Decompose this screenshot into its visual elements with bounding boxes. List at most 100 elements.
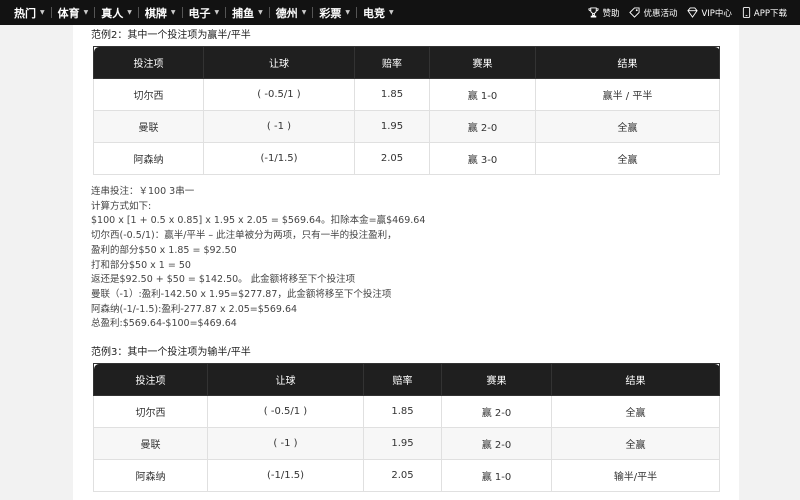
calc-line: 打和部分$50 x 1 = 50 <box>91 259 191 271</box>
caret-down-icon: ▼ <box>258 9 263 16</box>
table-cell: 赢半 / 平半 <box>535 78 720 111</box>
nav-item-slots[interactable]: 电子 ▼ <box>183 0 226 25</box>
table-row: 切尔西 ( -0.5/1 ) 1.85 赢 2-0 全赢 <box>93 395 720 428</box>
nav-links: 赞助 优惠活动 VIP中心 APP下载 <box>583 0 792 25</box>
table-row: 阿森纳 (-1/1.5) 2.05 赢 1-0 输半/平半 <box>93 459 720 492</box>
table-cell: 赢 3-0 <box>429 142 536 175</box>
phone-icon <box>742 7 751 18</box>
table-cell: 赢 2-0 <box>441 395 552 428</box>
table-cell: ( -1 ) <box>203 110 355 143</box>
table-cell: 赢 1-0 <box>441 459 552 492</box>
table-cell: (-1/1.5) <box>203 142 355 175</box>
table-cell: 1.85 <box>363 395 442 428</box>
table-cell: 切尔西 <box>93 395 208 428</box>
promotions-label: 优惠活动 <box>643 8 678 19</box>
vip-center-label: VIP中心 <box>701 8 732 19</box>
table-cell: 赢 2-0 <box>441 427 552 460</box>
example2-title: 范例2：其中一个投注项为赢半/平半 <box>91 30 251 41</box>
column-header: 让球 <box>203 46 355 79</box>
example3-title: 范例3：其中一个投注项为输半/平半 <box>91 347 251 358</box>
table-cell: 切尔西 <box>93 78 204 111</box>
table-cell: 曼联 <box>93 427 208 460</box>
table-cell: 全赢 <box>551 427 720 460</box>
main-content: 范例2：其中一个投注项为赢半/平半 投注项 让球 赔率 赛果 结果 切尔西 ( … <box>73 25 739 500</box>
table-cell: 2.05 <box>363 459 442 492</box>
calculation-text: 连串投注：￥100 3串一 计算方式如下: $100 x [1 + 0.5 x … <box>91 185 425 332</box>
column-header: 投注项 <box>93 363 208 396</box>
column-header: 投注项 <box>93 46 204 79</box>
nav-item-live-casino[interactable]: 真人 ▼ <box>95 0 138 25</box>
nav-item-label: 体育 <box>57 6 80 20</box>
caret-down-icon: ▼ <box>345 9 350 16</box>
example2-table: 投注项 让球 赔率 赛果 结果 切尔西 ( -0.5/1 ) 1.85 赢 1-… <box>93 46 720 175</box>
nav-item-label: 真人 <box>101 6 124 20</box>
calc-line: 曼联（-1）:盈利-142.50 x 1.95=$277.87，此金额将移至下个… <box>91 288 392 300</box>
table-cell: ( -1 ) <box>207 427 364 460</box>
column-header: 结果 <box>551 363 720 396</box>
table-row: 切尔西 ( -0.5/1 ) 1.85 赢 1-0 赢半 / 平半 <box>93 78 720 111</box>
calc-line: 返还是$92.50 + $50 = $142.50。 此金额将移至下个投注项 <box>91 274 356 286</box>
nav-item-fishing[interactable]: 捕鱼 ▼ <box>226 0 269 25</box>
table-cell: (-1/1.5) <box>207 459 364 492</box>
app-download-label: APP下载 <box>753 8 787 19</box>
column-header: 赛果 <box>441 363 552 396</box>
nav-item-label: 捕鱼 <box>232 6 255 20</box>
nav-item-label: 德州 <box>275 6 298 20</box>
caret-down-icon: ▼ <box>40 9 45 16</box>
table-row: 曼联 ( -1 ) 1.95 赢 2-0 全赢 <box>93 427 720 460</box>
promotions-link[interactable]: 优惠活动 <box>624 7 682 19</box>
calc-line: 阿森纳(-1/-1.5):盈利-277.87 x 2.05=$569.64 <box>91 303 298 315</box>
caret-down-icon: ▼ <box>214 9 220 16</box>
nav-item-label: 彩票 <box>319 6 342 20</box>
nav-item-hot[interactable]: 热门 ▼ <box>8 0 51 25</box>
calc-line: 盈利的部分$50 x 1.85 = $92.50 <box>91 244 237 256</box>
nav-item-cards[interactable]: 棋牌 ▼ <box>139 0 182 25</box>
calc-line: 总盈利:$569.64-$100=$469.64 <box>91 318 237 330</box>
column-header: 赔率 <box>354 46 430 79</box>
trophy-icon <box>588 7 599 18</box>
nav-item-label: 电竞 <box>363 6 385 20</box>
nav-menu: 热门 ▼ 体育 ▼ 真人 ▼ 棋牌 ▼ 电子 ▼ 捕鱼 ▼ 德州 ▼ 彩票 ▼ 电竞 ▼ <box>8 0 400 25</box>
caret-down-icon: ▼ <box>389 9 394 16</box>
table-cell: 输半/平半 <box>551 459 720 492</box>
nav-item-sports[interactable]: 体育 ▼ <box>52 0 95 25</box>
table-cell: ( -0.5/1 ) <box>203 78 355 111</box>
example3-table: 投注项 让球 赔率 赛果 结果 切尔西 ( -0.5/1 ) 1.85 赢 2-… <box>93 363 720 492</box>
diamond-icon <box>687 7 699 18</box>
nav-item-lottery[interactable]: 彩票 ▼ <box>313 0 356 25</box>
column-header: 赔率 <box>363 363 442 396</box>
column-header: 结果 <box>535 46 720 79</box>
nav-item-esports[interactable]: 电竞 ▼ <box>357 0 400 25</box>
table-cell: 全赢 <box>535 110 720 143</box>
table-cell: 全赢 <box>535 142 720 175</box>
app-download-link[interactable]: APP下载 <box>737 7 792 19</box>
table-header-row: 投注项 让球 赔率 赛果 结果 <box>93 46 720 79</box>
calc-line: 计算方式如下: <box>91 200 152 212</box>
nav-item-label: 热门 <box>14 6 36 20</box>
calc-line: 切尔西(-0.5/1)：赢半/平半 – 此注单被分为两项，只有一半的投注盈利， <box>91 230 397 242</box>
sponsor-label: 赞助 <box>602 8 620 19</box>
table-cell: 全赢 <box>551 395 720 428</box>
calc-line: $100 x [1 + 0.5 x 0.85] x 1.95 x 2.05 = … <box>91 215 426 227</box>
table-row: 曼联 ( -1 ) 1.95 赢 2-0 全赢 <box>93 110 720 143</box>
table-cell: 2.05 <box>354 142 430 175</box>
table-cell: 赢 1-0 <box>429 78 536 111</box>
top-navigation-bar: 热门 ▼ 体育 ▼ 真人 ▼ 棋牌 ▼ 电子 ▼ 捕鱼 ▼ 德州 ▼ 彩票 ▼ 电竞 ▼ 赞助 优… <box>0 0 800 25</box>
table-cell: 曼联 <box>93 110 204 143</box>
table-cell: 1.85 <box>354 78 430 111</box>
table-cell: ( -0.5/1 ) <box>207 395 364 428</box>
vip-center-link[interactable]: VIP中心 <box>682 7 736 19</box>
table-cell: 1.95 <box>354 110 430 143</box>
sponsor-link[interactable]: 赞助 <box>583 7 624 19</box>
caret-down-icon: ▼ <box>127 9 132 16</box>
nav-item-label: 棋牌 <box>144 6 167 20</box>
calc-line: 连串投注：￥100 3串一 <box>91 186 195 197</box>
table-cell: 赢 2-0 <box>429 110 536 143</box>
tag-icon <box>629 7 640 18</box>
caret-down-icon: ▼ <box>170 9 176 16</box>
column-header: 让球 <box>207 363 364 396</box>
nav-item-texas[interactable]: 德州 ▼ <box>270 0 313 25</box>
table-cell: 阿森纳 <box>93 142 204 175</box>
column-header: 赛果 <box>429 46 536 79</box>
table-header-row: 投注项 让球 赔率 赛果 结果 <box>93 363 720 396</box>
